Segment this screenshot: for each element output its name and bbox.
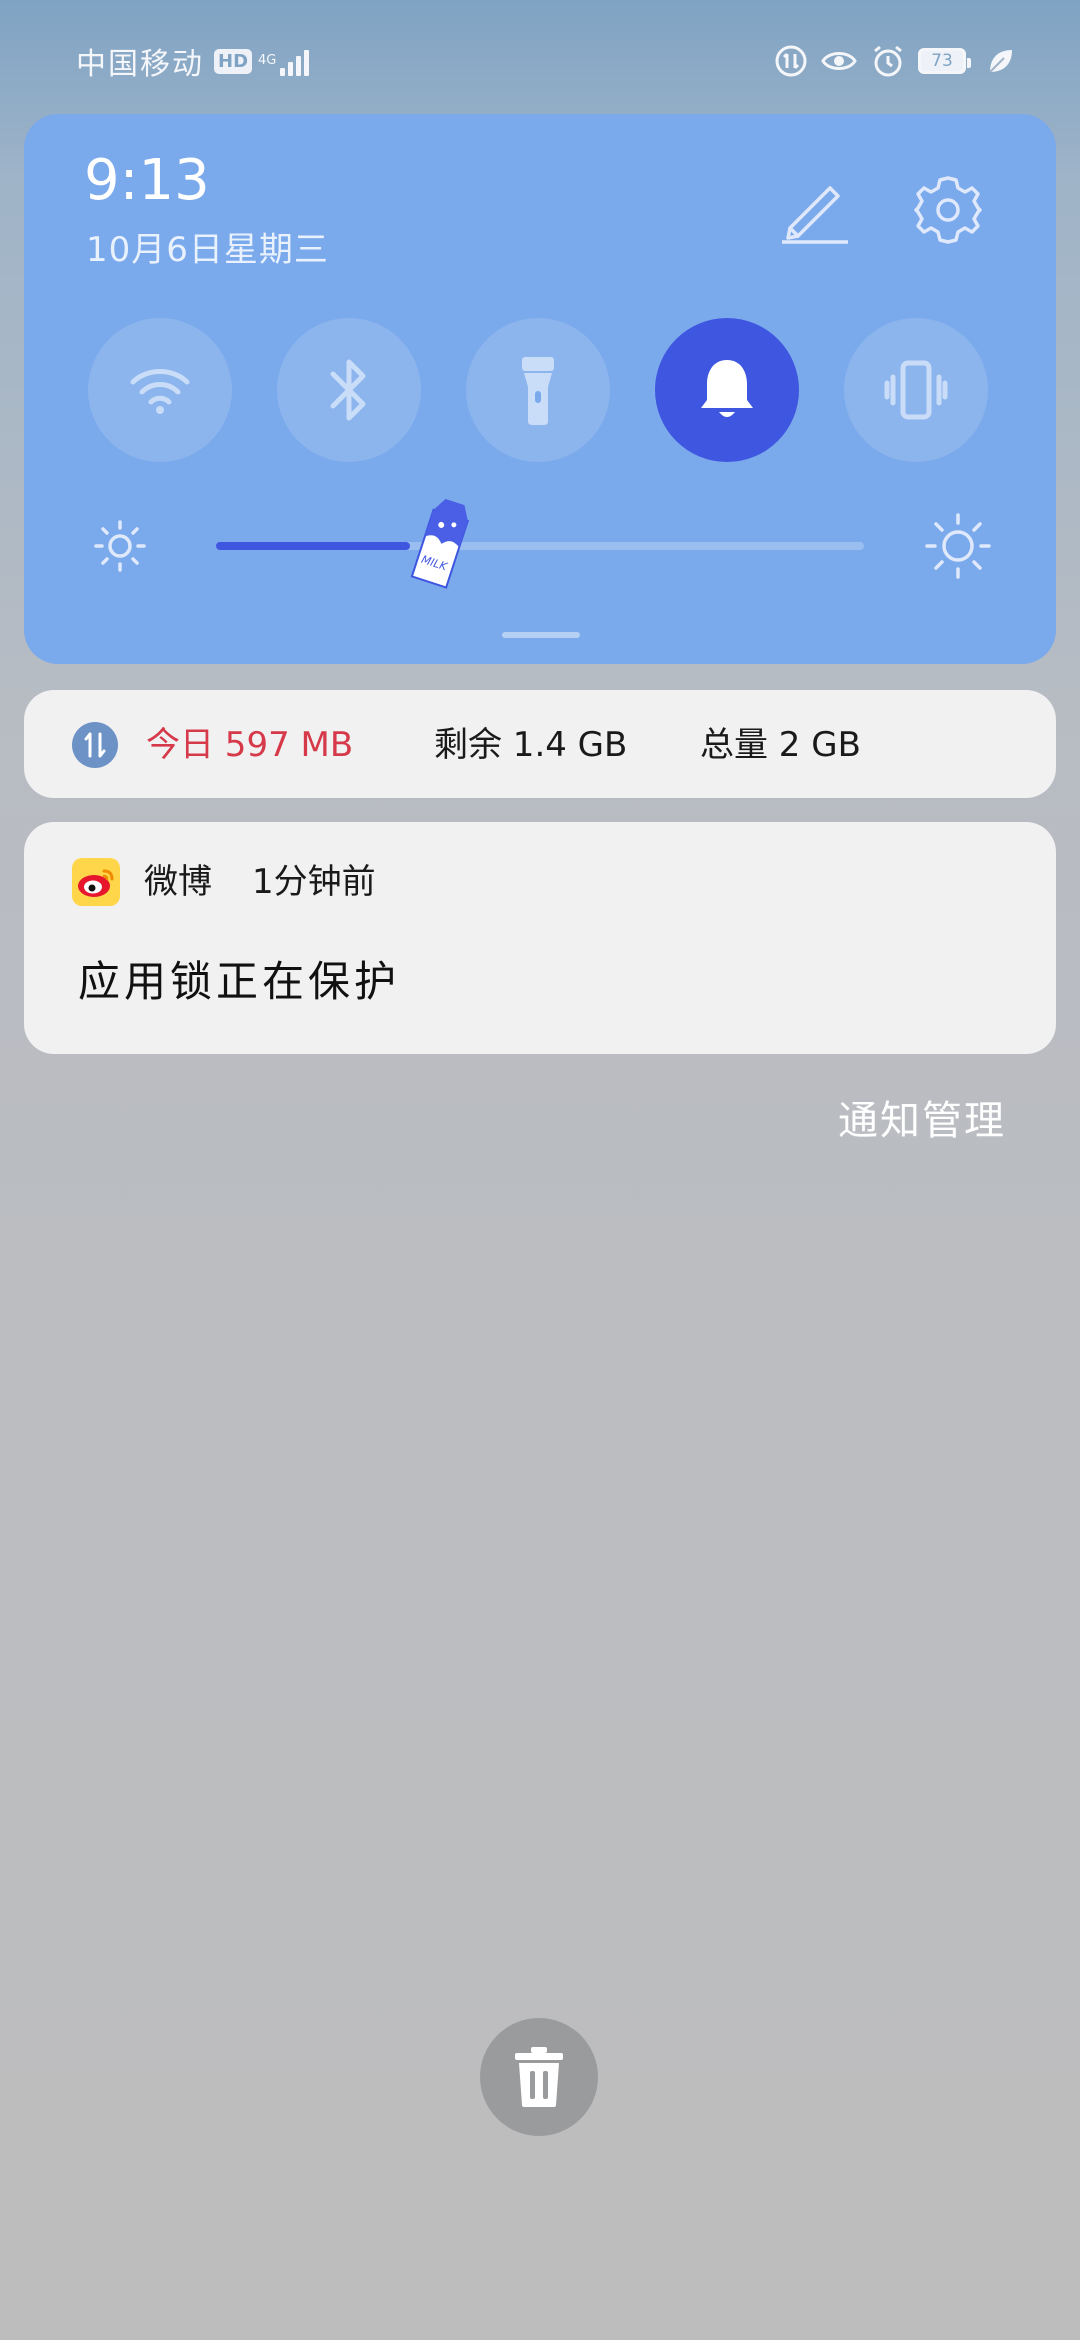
network-type: 4G [258, 53, 277, 68]
brightness-high-icon [925, 513, 991, 579]
data-usage-today: 今日 597 MB [146, 725, 354, 765]
alarm-icon [874, 45, 902, 77]
weibo-icon [72, 858, 120, 906]
pencil-icon [782, 186, 848, 244]
date-label[interactable]: 10月6日星期三 [86, 222, 329, 271]
bell-icon [701, 360, 753, 417]
signal-icon [280, 46, 310, 76]
vibrate-icon [884, 360, 948, 420]
settings-button[interactable] [910, 172, 986, 248]
clear-all-button[interactable] [480, 2018, 598, 2136]
status-bar-right: 73 [774, 40, 1014, 82]
data-usage-remaining: 剩余 1.4 GB [434, 725, 628, 765]
flashlight-toggle[interactable] [466, 318, 610, 462]
leaf-icon [989, 50, 1012, 73]
data-usage-total: 总量 2 GB [700, 725, 861, 765]
notification-app-name: 微博 [144, 862, 212, 902]
trash-icon [515, 2047, 563, 2107]
eye-icon [821, 52, 857, 70]
panel-drag-handle[interactable] [502, 632, 580, 638]
notification-time: 1分钟前 [252, 862, 376, 902]
bluetooth-toggle[interactable] [277, 318, 421, 462]
notification-manage-link[interactable]: 通知管理 [838, 1088, 1006, 1146]
wifi-icon [130, 369, 190, 414]
brightness-slider-thumb[interactable]: MILK [406, 492, 478, 592]
wifi-toggle[interactable] [88, 318, 232, 462]
gear-icon [914, 176, 982, 244]
milk-carton-icon: MILK [410, 498, 470, 589]
notification-card[interactable] [24, 822, 1056, 1054]
vibrate-toggle[interactable] [844, 318, 988, 462]
data-usage-icon [72, 722, 118, 768]
data-usage-icon [775, 45, 807, 77]
status-bar-left: 中国移动 HD 4G [76, 40, 310, 82]
notification-body: 应用锁正在保护 [78, 957, 401, 1006]
edit-button[interactable] [778, 172, 850, 244]
hd-badge: HD [214, 48, 253, 74]
clock-time[interactable]: 9:13 [84, 148, 210, 213]
brightness-slider-fill [216, 542, 411, 550]
brightness-low-icon [94, 520, 146, 572]
bluetooth-icon [330, 359, 366, 421]
battery-level: 73 [931, 51, 953, 71]
battery-icon: 73 [918, 48, 971, 74]
carrier-name: 中国移动 [76, 47, 204, 82]
flashlight-icon [522, 357, 554, 425]
sound-toggle[interactable] [655, 318, 799, 462]
